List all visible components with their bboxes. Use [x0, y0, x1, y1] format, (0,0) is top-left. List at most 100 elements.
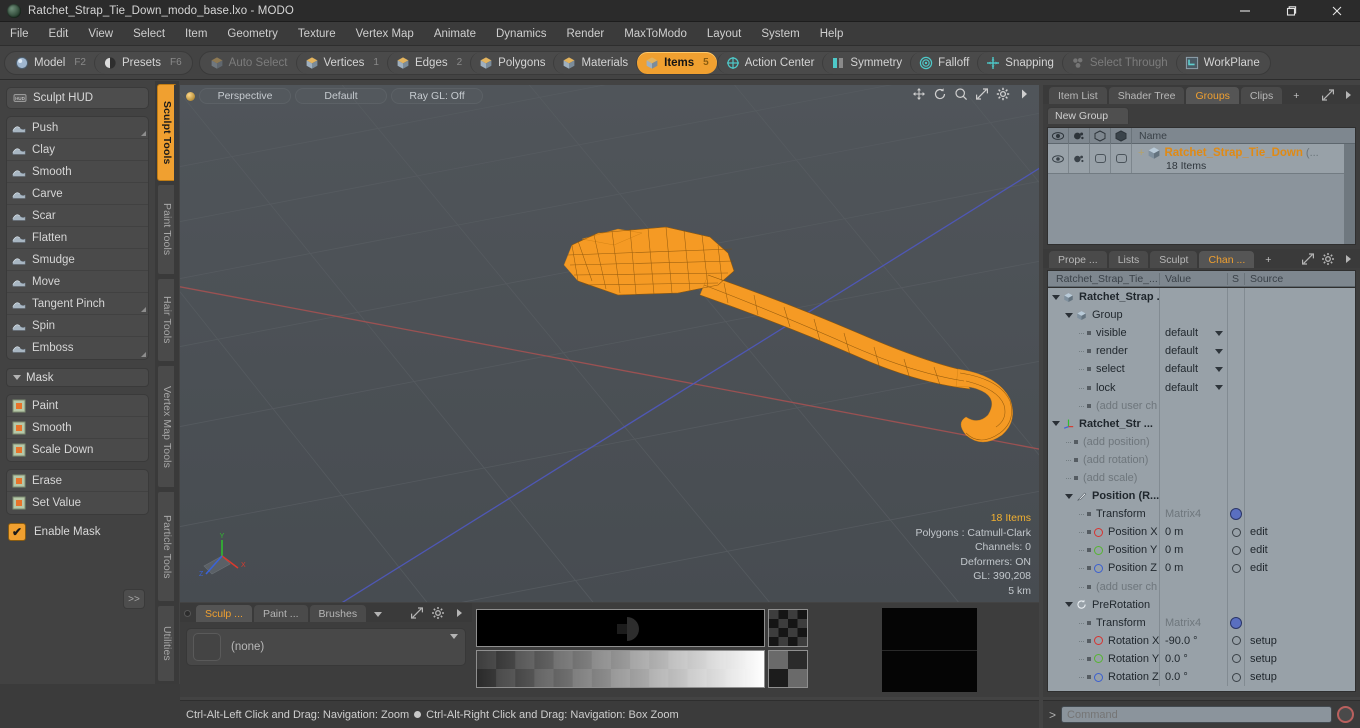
minimize-button[interactable] — [1222, 0, 1268, 22]
toolbar-button-polygons[interactable]: Polygons — [470, 51, 553, 74]
channel-value-cell[interactable]: 0.0 ° — [1160, 667, 1228, 687]
channel-value-cell[interactable]: 0 m — [1160, 541, 1228, 560]
channel-value-cell[interactable]: Matrix4 — [1160, 505, 1228, 524]
enable-mask-toggle[interactable]: ✔ Enable Mask — [8, 523, 149, 541]
menu-item-layout[interactable]: Layout — [697, 22, 752, 46]
chevron-down-icon[interactable] — [1065, 493, 1073, 499]
channel-s-cell[interactable] — [1228, 595, 1245, 614]
channel-value-cell[interactable] — [1160, 414, 1228, 433]
pan-icon[interactable] — [912, 87, 926, 101]
right-tab-groups[interactable]: Groups — [1186, 87, 1239, 104]
mask-tool-scale-down[interactable]: Scale Down — [7, 439, 148, 461]
sculpt-hud-button[interactable]: HUD Sculpt HUD — [6, 87, 149, 109]
channel-s-cell[interactable] — [1228, 577, 1245, 596]
toolbar-button-vertices[interactable]: Vertices 1 — [295, 51, 387, 74]
group-row[interactable]: + Ratchet_Strap_Tie_Down (... 18 Items — [1048, 144, 1355, 174]
channel-s-cell[interactable] — [1228, 649, 1245, 668]
gear-icon[interactable] — [1230, 508, 1242, 521]
channel-key-ring-icon[interactable] — [1231, 672, 1241, 682]
channel-row[interactable]: ··· (add position) — [1048, 432, 1355, 451]
toolbar-button-presets[interactable]: Presets F6 — [94, 51, 190, 74]
channel-value-cell[interactable]: default — [1160, 324, 1228, 343]
mask-tool-erase[interactable]: Erase — [7, 470, 148, 492]
gear-icon[interactable] — [1321, 252, 1335, 266]
new-group-tab[interactable]: New Group — [1047, 107, 1129, 124]
viewport-shading-selector[interactable]: Default — [295, 88, 387, 104]
channel-s-cell[interactable] — [1228, 631, 1245, 650]
sculpt-tool-move[interactable]: Move — [7, 271, 148, 293]
channel-key-ring-icon[interactable] — [1231, 527, 1241, 537]
channel-s-cell[interactable] — [1228, 432, 1245, 451]
row-select-toggle[interactable] — [1111, 144, 1132, 173]
chevron-down-icon[interactable] — [1215, 366, 1223, 372]
row-lock-toggle[interactable] — [1090, 144, 1111, 173]
chevron-down-icon[interactable] — [1215, 330, 1223, 336]
menu-item-edit[interactable]: Edit — [39, 22, 79, 46]
menu-item-render[interactable]: Render — [556, 22, 614, 46]
menu-item-system[interactable]: System — [751, 22, 809, 46]
channel-s-cell[interactable] — [1228, 288, 1245, 307]
chevron-right-icon[interactable] — [1341, 88, 1355, 102]
mask-section-header[interactable]: Mask — [6, 368, 149, 387]
right-tab-clips[interactable]: Clips — [1240, 87, 1283, 104]
channel-value-cell[interactable] — [1160, 468, 1228, 488]
channel-row[interactable]: ··· (add user ch ... — [1048, 577, 1355, 596]
channel-value-cell[interactable] — [1160, 432, 1228, 451]
channel-value-cell[interactable]: 0 m — [1160, 523, 1228, 542]
channel-s-cell[interactable] — [1228, 396, 1245, 415]
tool-options-corner-icon[interactable] — [141, 307, 146, 312]
sculpt-tool-smudge[interactable]: Smudge — [7, 249, 148, 271]
right-tab-chan-[interactable]: Chan ... — [1199, 251, 1255, 268]
bottom-tab-1[interactable]: Paint ... — [253, 605, 308, 622]
channel-row[interactable]: ··· Rotation Y 0.0 ° setup — [1048, 649, 1355, 668]
channel-value-cell[interactable]: -90.0 ° — [1160, 631, 1228, 650]
add-tab-button[interactable]: + — [1284, 87, 1308, 104]
toolbar-button-workplane[interactable]: WorkPlane — [1175, 51, 1268, 74]
sculpt-tool-push[interactable]: Push — [7, 117, 148, 139]
menu-item-item[interactable]: Item — [175, 22, 217, 46]
menu-item-file[interactable]: File — [0, 22, 39, 46]
alpha-checker-swatch[interactable] — [768, 609, 808, 647]
tool-options-corner-icon[interactable] — [141, 131, 146, 136]
expand-toggle[interactable]: + — [1138, 147, 1144, 159]
sculpt-tool-spin[interactable]: Spin — [7, 315, 148, 337]
menu-item-view[interactable]: View — [78, 22, 123, 46]
channel-s-cell[interactable] — [1228, 450, 1245, 469]
3d-viewport[interactable]: Perspective Default Ray GL: Off 18 Items… — [180, 85, 1039, 602]
chevron-down-icon[interactable] — [1065, 602, 1073, 608]
toolbar-button-falloff[interactable]: Falloff — [910, 51, 977, 74]
channel-value-cell[interactable] — [1160, 306, 1228, 325]
channel-value-cell[interactable]: Matrix4 — [1160, 613, 1228, 632]
channel-s-cell[interactable] — [1228, 324, 1245, 343]
sculpt-tool-clay[interactable]: Clay — [7, 139, 148, 161]
channel-row[interactable]: ··· lock default — [1048, 378, 1355, 397]
channel-row[interactable]: ··· Transform Matrix4 — [1048, 613, 1355, 632]
channel-value-cell[interactable] — [1160, 450, 1228, 469]
channel-row[interactable]: ··· Transform Matrix4 — [1048, 505, 1355, 524]
bottom-tab-0[interactable]: Sculp ... — [196, 605, 252, 622]
channel-value-cell[interactable]: 0 m — [1160, 559, 1228, 578]
toolbar-button-materials[interactable]: Materials — [553, 51, 636, 74]
sculpt-tool-carve[interactable]: Carve — [7, 183, 148, 205]
chevron-down-icon[interactable] — [374, 612, 383, 617]
add-tab-button[interactable]: + — [1256, 251, 1280, 268]
chevron-down-icon[interactable] — [1215, 348, 1223, 354]
gear-icon[interactable] — [1230, 616, 1242, 629]
run-command-button[interactable] — [1337, 706, 1354, 723]
channel-row[interactable]: ··· render default — [1048, 342, 1355, 361]
gear-icon[interactable] — [996, 87, 1010, 101]
channel-value-cell[interactable]: 0.0 ° — [1160, 649, 1228, 668]
toolbar-button-symmetry[interactable]: Symmetry — [822, 51, 910, 74]
rotate-icon[interactable] — [933, 87, 947, 101]
maximize-button[interactable] — [1268, 0, 1314, 22]
color-checker-swatch[interactable] — [768, 650, 808, 688]
channel-row[interactable]: PreRotation — [1048, 595, 1355, 614]
channel-s-cell[interactable] — [1228, 487, 1245, 506]
sculpt-tool-smooth[interactable]: Smooth — [7, 161, 148, 183]
menu-item-select[interactable]: Select — [123, 22, 175, 46]
channel-row[interactable]: ··· select default — [1048, 360, 1355, 379]
alpha-preview-strip[interactable] — [476, 609, 765, 647]
menu-item-vertex-map[interactable]: Vertex Map — [346, 22, 424, 46]
maximize-icon[interactable] — [1301, 252, 1315, 266]
maximize-icon[interactable] — [975, 87, 989, 101]
